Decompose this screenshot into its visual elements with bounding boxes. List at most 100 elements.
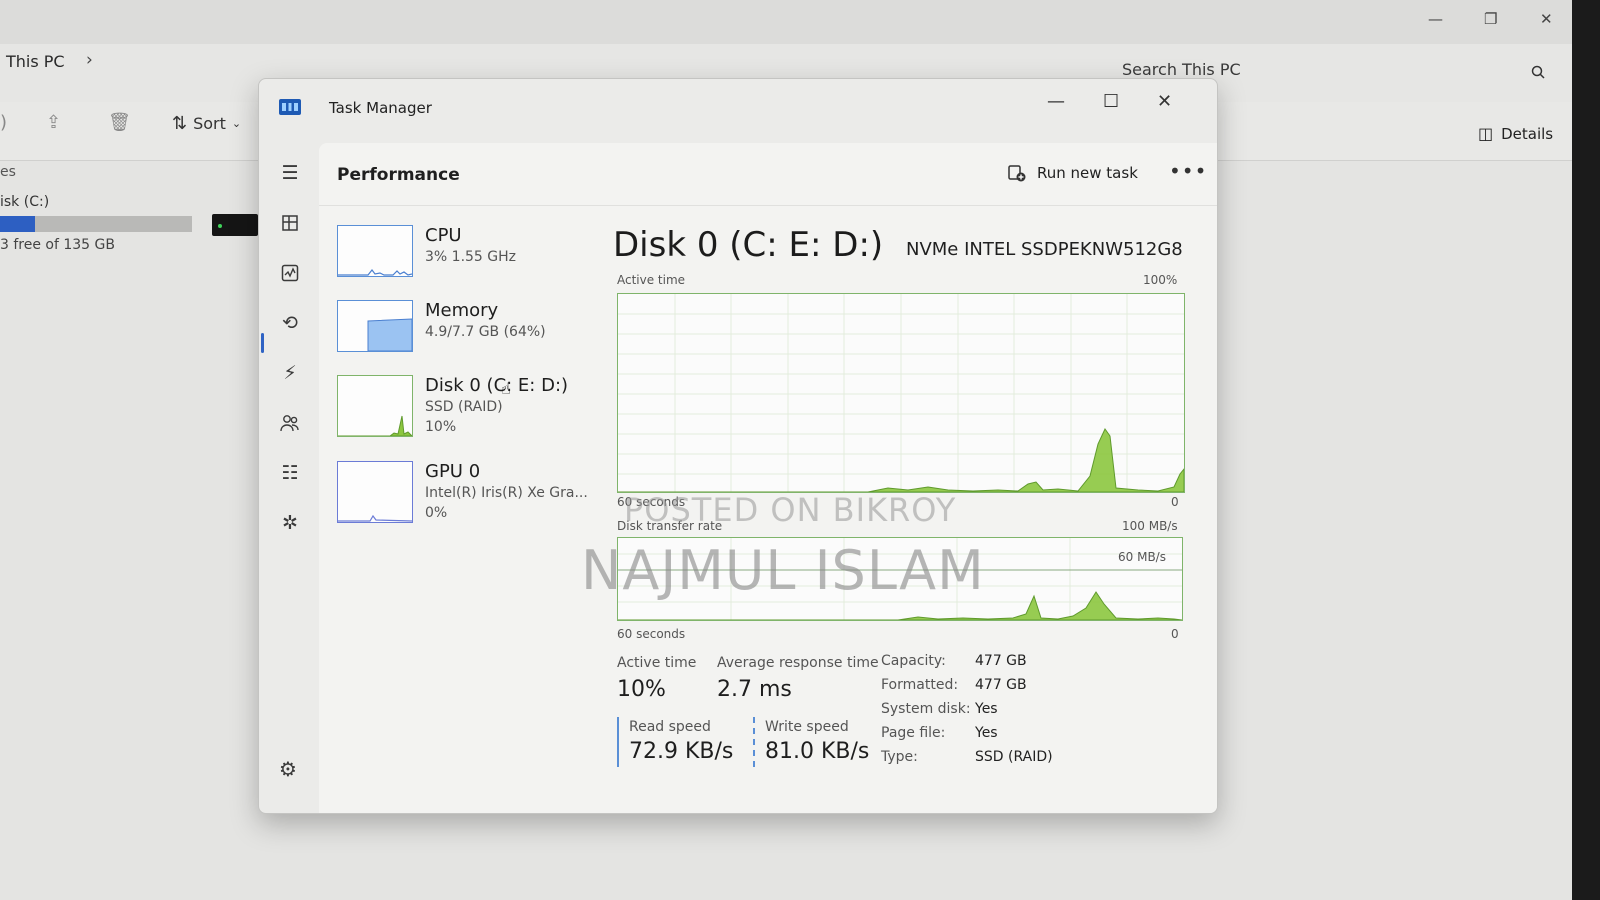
performance-icon[interactable]: [277, 260, 303, 286]
performance-panel: Performance Run new task ••• CPU 3% 1.55…: [319, 143, 1217, 813]
services-icon[interactable]: ✲: [277, 510, 303, 536]
explorer-title-bar: [0, 0, 1572, 44]
breadcrumb-this-pc[interactable]: This PC: [6, 52, 65, 71]
resource-item-cpu[interactable]: CPU 3% 1.55 GHz: [337, 225, 587, 281]
page-title: Performance: [337, 165, 460, 185]
processes-icon[interactable]: [277, 210, 303, 236]
prop-page-file-key: Page file:: [881, 725, 946, 741]
search-placeholder: Search This PC: [1122, 60, 1241, 79]
share-icon[interactable]: ⇪: [46, 112, 61, 133]
stat-avg-response-value: 2.7 ms: [717, 677, 792, 702]
memory-thumbnail-graph: [337, 300, 413, 352]
app-history-icon[interactable]: ⟲: [277, 310, 303, 336]
prop-type-value: SSD (RAID): [975, 749, 1053, 765]
prop-formatted-key: Formatted:: [881, 677, 959, 693]
active-time-min: 0: [1171, 495, 1179, 509]
gpu-thumbnail-graph: [337, 461, 413, 523]
resource-name: GPU 0: [425, 461, 481, 482]
drive-usage-fill: [0, 216, 35, 232]
sidebar-partial-label: es: [0, 164, 16, 180]
task-manager-window: Task Manager — ☐ ✕ ☰ ⟲ ⚡ ☷ ✲ ⚙ Performan…: [258, 78, 1218, 814]
sort-label: Sort: [193, 114, 226, 133]
disk-model: NVMe INTEL SSDPEKNW512G8: [906, 239, 1183, 260]
details-button[interactable]: ◫ Details: [1478, 124, 1553, 143]
stat-active-time-value: 10%: [617, 677, 666, 702]
hamburger-icon[interactable]: ☰: [277, 160, 303, 186]
startup-apps-icon[interactable]: ⚡: [277, 360, 303, 386]
resource-item-gpu[interactable]: GPU 0 Intel(R) Iris(R) Xe Gra... 0%: [337, 461, 588, 525]
drive-free-space: 3 free of 135 GB: [0, 237, 115, 253]
transfer-min: 0: [1171, 627, 1179, 641]
active-time-graph-label: Active time: [617, 273, 686, 287]
write-speed-marker: [753, 717, 755, 767]
sort-icon: ⇅: [172, 113, 188, 134]
run-new-task-button[interactable]: Run new task: [1007, 163, 1138, 183]
prop-page-file-value: Yes: [975, 725, 998, 741]
transfer-graph-mid: 60 MB/s: [1118, 550, 1166, 564]
resource-item-memory[interactable]: Memory 4.9/7.7 GB (64%): [337, 300, 587, 356]
nav-selection-indicator: [261, 333, 264, 353]
stat-read-speed-value: 72.9 KB/s: [629, 739, 734, 764]
maximize-button[interactable]: ☐: [1103, 91, 1119, 112]
drive-c-label[interactable]: isk (C:): [0, 194, 49, 210]
details-pane-icon: ◫: [1478, 124, 1494, 143]
close-button[interactable]: ✕: [1157, 91, 1172, 112]
users-icon[interactable]: [277, 410, 303, 436]
window-title: Task Manager: [329, 99, 432, 117]
more-options-button[interactable]: •••: [1169, 159, 1207, 183]
prop-type-key: Type:: [881, 749, 918, 765]
details-icon[interactable]: ☷: [277, 460, 303, 486]
breadcrumb-chevron-icon[interactable]: ›: [86, 50, 93, 70]
task-manager-logo-icon: [279, 99, 301, 115]
stat-avg-response-label: Average response time: [717, 655, 879, 671]
active-time-graph-max: 100%: [1143, 273, 1178, 287]
mouse-cursor-icon: ☝: [501, 379, 511, 398]
prop-formatted-value: 477 GB: [975, 677, 1027, 693]
explorer-maximize-button[interactable]: ❐: [1484, 10, 1497, 28]
prop-capacity-value: 477 GB: [975, 653, 1027, 669]
resource-usage: 0%: [425, 505, 448, 521]
explorer-close-button[interactable]: ✕: [1540, 10, 1553, 28]
explorer-minimize-button[interactable]: —: [1428, 10, 1443, 28]
settings-icon[interactable]: ⚙: [279, 757, 297, 781]
resource-name: CPU: [425, 225, 462, 246]
prop-system-disk-value: Yes: [975, 701, 998, 717]
chevron-down-icon: ⌄: [231, 117, 242, 130]
run-task-icon: [1008, 165, 1026, 182]
active-time-chart: [618, 294, 1185, 493]
resource-detail: Intel(R) Iris(R) Xe Gra...: [425, 485, 588, 501]
active-time-graph: [617, 293, 1185, 493]
resource-usage: 10%: [425, 419, 457, 435]
prop-system-disk-key: System disk:: [881, 701, 971, 717]
watermark-name: NAJMUL ISLAM: [581, 539, 985, 602]
transfer-graph-max: 100 MB/s: [1122, 519, 1178, 533]
read-speed-marker: [617, 717, 619, 767]
sort-button[interactable]: ⇅ Sort ⌄: [172, 113, 241, 134]
resource-detail: 3% 1.55 GHz: [425, 249, 517, 265]
resource-detail: SSD (RAID): [425, 399, 503, 415]
details-label: Details: [1501, 124, 1554, 143]
resource-name: Memory: [425, 300, 499, 321]
transfer-x-label: 60 seconds: [617, 627, 686, 641]
monitor-bezel: [1572, 0, 1600, 900]
stat-write-speed-label: Write speed: [765, 719, 849, 735]
navigation-rail: ☰ ⟲ ⚡ ☷ ✲: [259, 143, 319, 813]
external-drive-thumbnail: [212, 214, 258, 236]
disk-title: Disk 0 (C: E: D:): [613, 225, 884, 265]
stat-active-time-label: Active time: [617, 655, 697, 671]
resource-detail: 4.9/7.7 GB (64%): [425, 324, 546, 340]
resource-item-disk[interactable]: Disk 0 (C: E: D:) SSD (RAID) 10% ☝: [337, 375, 587, 439]
minimize-button[interactable]: —: [1047, 91, 1065, 112]
rename-icon[interactable]: ): [0, 112, 7, 133]
drive-usage-bar: [0, 216, 192, 232]
watermark-posted-on: POSTED ON BIKROY: [624, 491, 957, 529]
stat-read-speed-label: Read speed: [629, 719, 711, 735]
search-icon[interactable]: [1531, 65, 1545, 79]
delete-icon[interactable]: 🗑: [108, 112, 131, 133]
resource-name: Disk 0 (C: E: D:): [425, 375, 569, 396]
run-new-task-label: Run new task: [1037, 164, 1138, 182]
cpu-thumbnail-graph: [337, 225, 413, 277]
header-divider: [319, 205, 1217, 206]
stat-write-speed-value: 81.0 KB/s: [765, 739, 870, 764]
disk-thumbnail-graph: [337, 375, 413, 437]
